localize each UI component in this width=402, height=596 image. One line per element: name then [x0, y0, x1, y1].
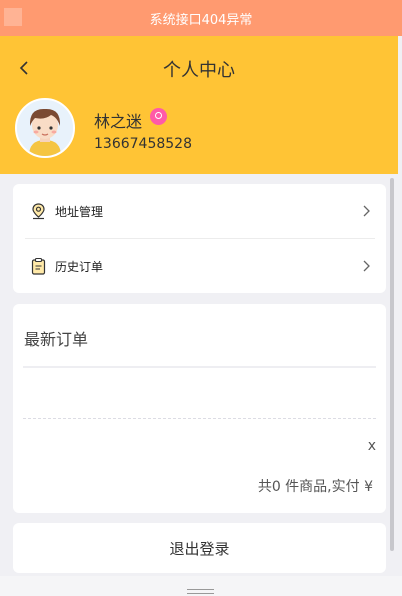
user-phone: 13667458528 [94, 136, 192, 152]
error-banner: 系统接口404异常 [0, 0, 402, 36]
orders-dashed-divider [23, 418, 376, 419]
user-name: 林之迷 [94, 112, 143, 131]
scrollbar[interactable] [390, 178, 394, 551]
logout-button[interactable]: 退出登录 [13, 523, 386, 573]
menu-item-address[interactable]: 地址管理 [13, 184, 386, 238]
close-button[interactable]: x [368, 438, 376, 454]
error-text: 系统接口404异常 [149, 12, 253, 28]
banner-corner-icon [4, 8, 22, 26]
drag-handle-icon[interactable] [187, 589, 214, 594]
profile-header: 个人中心 林之迷 13667458528 [0, 36, 398, 174]
chevron-right-icon [363, 260, 370, 272]
order-summary: 共0 件商品,实付 ¥ [257, 479, 373, 495]
location-pin-icon [32, 203, 45, 220]
vip-badge-icon [150, 108, 167, 125]
menu-label-address: 地址管理 [55, 204, 104, 219]
orders-title: 最新订单 [24, 330, 89, 349]
menu-label-history-orders: 历史订单 [55, 259, 104, 274]
menu-card: 地址管理 历史订单 [13, 184, 386, 293]
latest-orders-card: 最新订单 x 共0 件商品,实付 ¥ [13, 304, 386, 513]
page-title: 个人中心 [163, 60, 235, 81]
avatar[interactable] [15, 98, 75, 158]
bottom-bar [0, 576, 402, 596]
clipboard-icon [31, 257, 46, 275]
menu-item-history-orders[interactable]: 历史订单 [13, 239, 386, 293]
orders-divider [23, 366, 376, 368]
chevron-right-icon [363, 205, 370, 217]
